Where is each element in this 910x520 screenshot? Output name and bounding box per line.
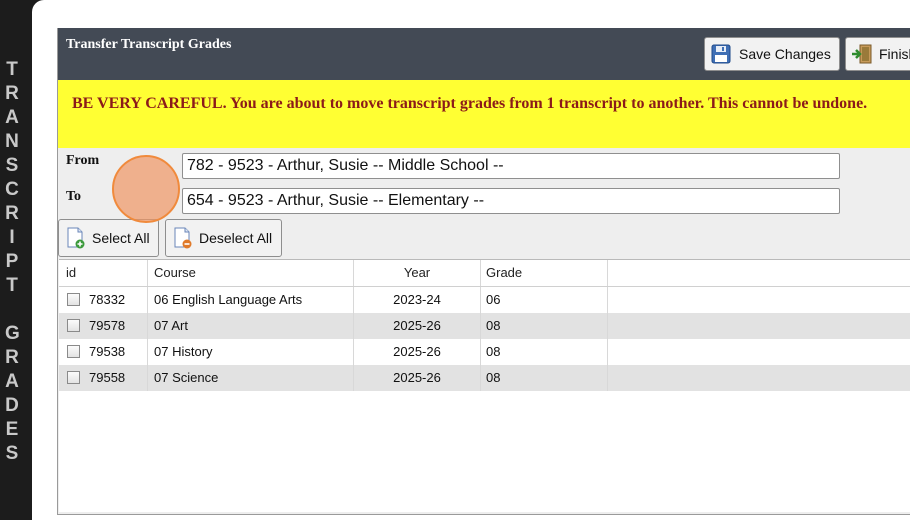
to-label: To [66,189,82,204]
title-letter: S [5,443,19,464]
deselect-all-label: Deselect All [199,230,273,246]
row-year: 2025-26 [354,365,481,391]
row-grade: 08 [481,313,608,339]
row-year: 2025-26 [354,313,481,339]
row-course: 07 Art [148,313,354,339]
to-transcript-select[interactable]: 654 - 9523 - Arthur, Susie -- Elementary… [182,188,840,214]
row-id-text: 79538 [89,344,126,359]
title-letter: R [5,203,19,224]
title-letter: I [9,227,15,248]
title-letter: G [5,323,20,344]
title-letter: T [6,275,18,296]
finish-label: Finish [879,46,910,62]
panel-header: Transfer Transcript Grades Save Changes … [58,28,910,80]
table-row[interactable]: 78332 06 English Language Arts 2023-24 0… [59,287,910,313]
title-letter: R [5,347,19,368]
title-letter: S [5,155,19,176]
title-letter: A [5,371,19,392]
row-id-text: 78332 [89,292,126,307]
title-letter: N [5,131,19,152]
title-letter: R [5,83,19,104]
panel-title: Transfer Transcript Grades [66,37,232,52]
table-row[interactable]: 79538 07 History 2025-26 08 [59,339,910,365]
row-id: 79558 [59,365,148,391]
column-header-grade[interactable]: Grade [481,260,608,286]
row-id: 79578 [59,313,148,339]
row-checkbox[interactable] [67,371,80,384]
warning-banner: BE VERY CAREFUL. You are about to move t… [58,80,910,148]
grades-table: id Course Year Grade 78332 06 English La… [59,259,910,512]
row-id: 79538 [59,339,148,365]
title-letter: A [5,107,19,128]
column-header-id[interactable]: id [59,260,148,286]
row-checkbox[interactable] [67,293,80,306]
from-label: From [66,153,100,168]
row-grade: 08 [481,339,608,365]
title-letter: C [5,179,19,200]
document-remove-icon [173,227,193,249]
row-course: 07 History [148,339,354,365]
row-course: 06 English Language Arts [148,287,354,313]
table-header-row: id Course Year Grade [59,260,910,287]
deselect-all-button[interactable]: Deselect All [165,219,282,257]
table-row[interactable]: 79558 07 Science 2025-26 08 [59,365,910,391]
row-course: 07 Science [148,365,354,391]
select-all-label: Select All [92,230,150,246]
save-changes-button[interactable]: Save Changes [704,37,840,71]
column-header-year[interactable]: Year [354,260,481,286]
click-indicator [112,155,180,223]
finish-button[interactable]: Finish [845,37,910,71]
column-header-course[interactable]: Course [148,260,354,286]
title-letter: P [5,251,19,272]
table-row[interactable]: 79578 07 Art 2025-26 08 [59,313,910,339]
exit-door-icon [851,44,873,64]
row-id-text: 79578 [89,318,126,333]
from-transcript-select[interactable]: 782 - 9523 - Arthur, Susie -- Middle Sch… [182,153,840,179]
row-id-text: 79558 [89,370,126,385]
row-id: 78332 [59,287,148,313]
row-checkbox[interactable] [67,345,80,358]
row-year: 2023-24 [354,287,481,313]
document-add-icon [66,227,86,249]
row-grade: 08 [481,365,608,391]
title-letter: T [6,59,18,80]
row-year: 2025-26 [354,339,481,365]
row-grade: 06 [481,287,608,313]
title-letter: D [5,395,19,416]
title-letter: E [5,419,19,440]
row-checkbox[interactable] [67,319,80,332]
save-changes-label: Save Changes [739,46,831,62]
select-all-button[interactable]: Select All [58,219,159,257]
floppy-disk-icon [711,44,731,64]
